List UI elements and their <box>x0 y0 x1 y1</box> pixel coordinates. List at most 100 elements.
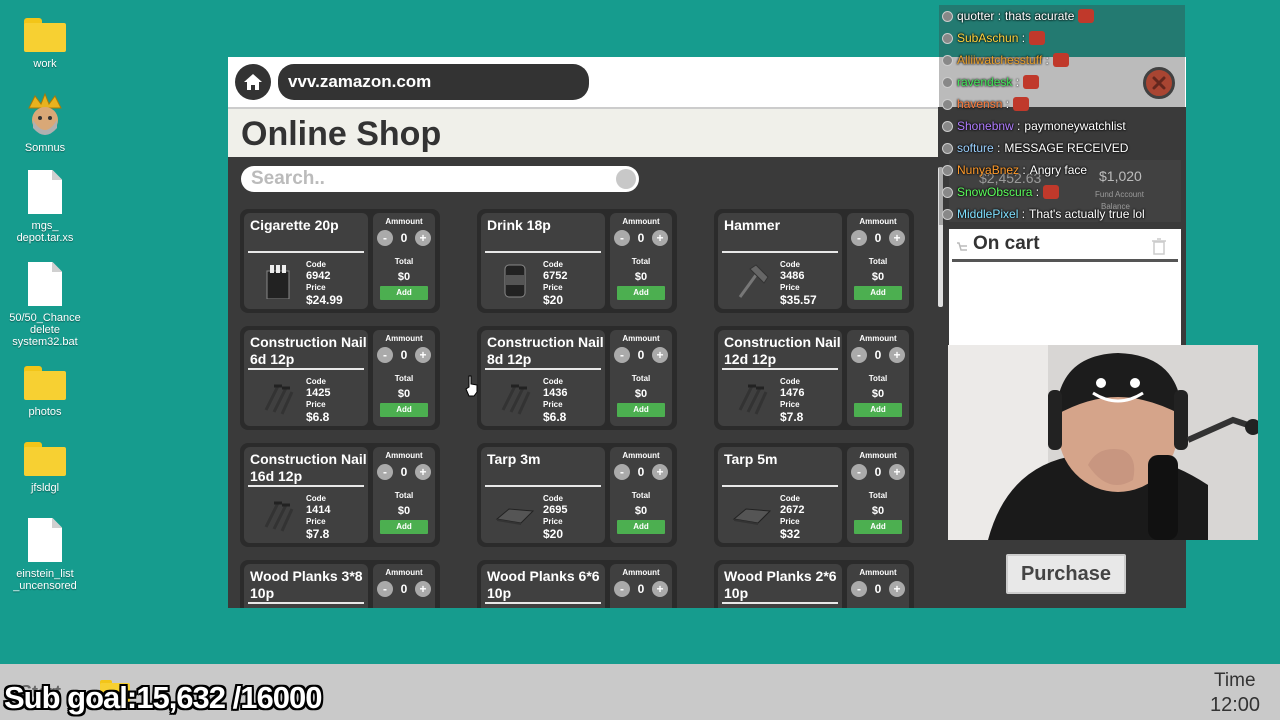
search-button[interactable] <box>616 169 636 189</box>
chat-badge-icon <box>942 208 953 220</box>
increment-button[interactable]: + <box>652 230 668 246</box>
decrement-button[interactable]: - <box>614 464 630 480</box>
product-total: $0 <box>871 505 885 517</box>
add-to-cart-button[interactable]: Add <box>617 286 665 300</box>
search-input[interactable]: Search.. <box>241 166 639 192</box>
decrement-button[interactable]: - <box>614 230 630 246</box>
add-to-cart-button[interactable]: Add <box>617 403 665 417</box>
increment-button[interactable]: + <box>415 347 431 363</box>
product-order: Ammount - 0 + Total $0 Add <box>610 447 672 543</box>
product-card: Construction Nail 16d 12p Code 1414 Pric… <box>240 443 440 547</box>
chat-username: ravendesk <box>957 75 1013 89</box>
product-info: Cigarette 20p Code 6942 Price $24.99 <box>244 213 368 309</box>
product-name: Construction Nail 12d 12p <box>724 334 841 367</box>
amount-label: Ammount <box>385 451 423 460</box>
quantity-value: 0 <box>874 348 882 362</box>
desktop-icon-chance-bat[interactable]: 50/50_Chance delete system32.bat <box>3 262 87 348</box>
decrement-button[interactable]: - <box>377 581 393 597</box>
increment-button[interactable]: + <box>889 581 905 597</box>
amount-label: Ammount <box>385 568 423 577</box>
purchase-button[interactable]: Purchase <box>1006 554 1126 594</box>
add-to-cart-button[interactable]: Add <box>380 520 428 534</box>
product-card: Construction Nail 8d 12p Code 1436 Price… <box>477 326 677 430</box>
chat-colon: : <box>1018 207 1026 221</box>
add-to-cart-button[interactable]: Add <box>854 286 902 300</box>
increment-button[interactable]: + <box>415 464 431 480</box>
quantity-stepper: - 0 + <box>377 230 431 246</box>
desktop-icon-somnus[interactable]: Somnus <box>3 92 87 154</box>
chat-message: NunyaBnez : Angry face <box>939 159 1185 181</box>
product-info: Construction Nail 12d 12p Code 1476 Pric… <box>718 330 842 426</box>
add-to-cart-button[interactable]: Add <box>854 403 902 417</box>
increment-button[interactable]: + <box>415 230 431 246</box>
chat-message: ravendesk : <box>939 71 1185 93</box>
quantity-value: 0 <box>400 348 408 362</box>
desktop-icon-label: einstein_list _uncensored <box>13 568 77 592</box>
code-label: Code <box>543 377 563 386</box>
desktop-icon-jfsldgl[interactable]: jfsldgl <box>3 442 87 494</box>
product-card: Wood Planks 2*6 10p Ammount - 0 + <box>714 560 914 608</box>
cart-divider <box>952 259 1178 262</box>
total-label: Total <box>394 374 414 383</box>
webcam-feed <box>948 345 1258 540</box>
chat-message: Shonebnw : paymoneywatchlist <box>939 115 1185 137</box>
product-total: $0 <box>634 388 648 400</box>
quantity-value: 0 <box>874 465 882 479</box>
desktop-icon-einstein-list[interactable]: einstein_list _uncensored <box>3 518 87 592</box>
desktop-icon-photos[interactable]: photos <box>3 366 87 418</box>
product-total: $0 <box>397 271 411 283</box>
decrement-button[interactable]: - <box>851 581 867 597</box>
product-divider <box>722 485 838 487</box>
decrement-button[interactable]: - <box>614 581 630 597</box>
decrement-button[interactable]: - <box>851 464 867 480</box>
product-price: $20 <box>543 527 564 541</box>
chat-username: Alliiwatchesstuff <box>957 53 1043 67</box>
chat-colon: : <box>1019 163 1026 177</box>
decrement-button[interactable]: - <box>851 347 867 363</box>
code-label: Code <box>780 494 800 503</box>
total-label: Total <box>868 491 888 500</box>
increment-button[interactable]: + <box>652 581 668 597</box>
increment-button[interactable]: + <box>652 347 668 363</box>
product-card: Hammer Code 3486 Price $35.57 Ammount - … <box>714 209 914 313</box>
increment-button[interactable]: + <box>889 464 905 480</box>
product-name: Wood Planks 2*6 10p <box>724 568 837 601</box>
decrement-button[interactable]: - <box>851 230 867 246</box>
increment-button[interactable]: + <box>889 230 905 246</box>
quantity-stepper: - 0 + <box>377 464 431 480</box>
decrement-button[interactable]: - <box>377 464 393 480</box>
product-card: Wood Planks 3*8 10p Ammount - 0 + <box>240 560 440 608</box>
product-code: 1436 <box>543 387 568 399</box>
decrement-button[interactable]: - <box>614 347 630 363</box>
product-code: 6752 <box>543 270 568 282</box>
amount-label: Ammount <box>859 217 897 226</box>
chat-text: MESSAGE RECEIVED <box>1004 141 1129 155</box>
total-label: Total <box>631 491 651 500</box>
chat-message: havensn : <box>939 93 1185 115</box>
increment-button[interactable]: + <box>415 581 431 597</box>
product-card: Construction Nail 12d 12p Code 1476 Pric… <box>714 326 914 430</box>
nails-icon <box>258 376 298 420</box>
chat-emote-icon <box>1013 97 1030 111</box>
desktop-icon-work[interactable]: work <box>3 18 87 70</box>
sub-goal-overlay: Sub goal:15,632 /16000 <box>4 680 322 715</box>
product-price: $24.99 <box>306 293 343 307</box>
add-to-cart-button[interactable]: Add <box>380 286 428 300</box>
home-button[interactable] <box>235 64 271 100</box>
desktop-icon-mgs-depot[interactable]: mgs_ depot.tar.xs <box>3 170 87 244</box>
decrement-button[interactable]: - <box>377 230 393 246</box>
total-label: Total <box>394 257 414 266</box>
add-to-cart-button[interactable]: Add <box>854 520 902 534</box>
increment-button[interactable]: + <box>652 464 668 480</box>
url-bar[interactable]: vvv.zamazon.com <box>278 64 589 100</box>
product-order: Ammount - 0 + Total $0 Add <box>373 330 435 426</box>
increment-button[interactable]: + <box>889 347 905 363</box>
tarp-icon <box>732 493 772 537</box>
trash-icon[interactable] <box>1151 237 1167 255</box>
chat-text: thats acurate <box>1005 9 1075 23</box>
add-to-cart-button[interactable]: Add <box>380 403 428 417</box>
quantity-stepper: - 0 + <box>851 581 905 597</box>
decrement-button[interactable]: - <box>377 347 393 363</box>
add-to-cart-button[interactable]: Add <box>617 520 665 534</box>
price-label: Price <box>306 400 326 409</box>
